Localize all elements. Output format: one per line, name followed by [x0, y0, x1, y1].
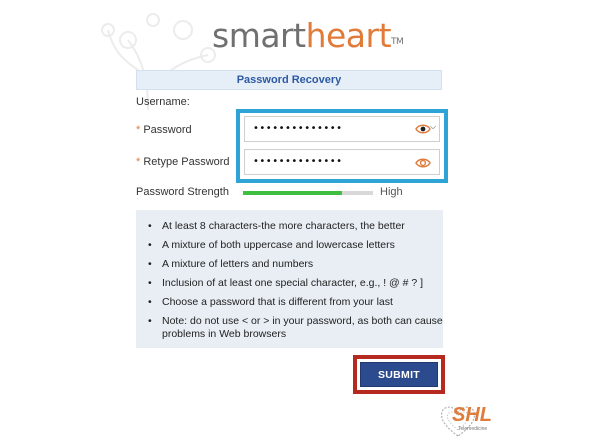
password-strength-value: High: [380, 186, 403, 198]
rule-item: A mixture of both uppercase and lowercas…: [148, 239, 443, 252]
required-marker: *: [136, 124, 141, 136]
password-rules-panel: At least 8 characters-the more character…: [136, 210, 443, 348]
logo-smart-text: smart: [212, 16, 306, 55]
retype-password-input[interactable]: ••••••••••••••: [244, 149, 440, 175]
rule-item: Note: do not use < or > in your password…: [148, 315, 443, 341]
submit-button[interactable]: SUBMIT: [360, 362, 438, 387]
password-strength-fill: [243, 191, 342, 195]
required-marker: *: [136, 156, 141, 168]
username-label: Username:: [136, 96, 190, 108]
retype-password-label-text: Retype Password: [143, 156, 230, 168]
chevron-down-icon[interactable]: ⌵: [430, 122, 436, 132]
password-strength-meter: [243, 191, 373, 195]
smartheart-logo: smartheartTM: [212, 16, 404, 56]
rule-item: At least 8 characters-the more character…: [148, 220, 443, 233]
logo-heart-text: heart: [305, 16, 392, 55]
rule-item: Choose a password that is different from…: [148, 296, 443, 309]
password-label-text: Password: [143, 124, 192, 136]
password-rules-list: At least 8 characters-the more character…: [136, 210, 443, 341]
rule-item: A mixture of letters and numbers: [148, 258, 443, 271]
password-strength-label: Password Strength: [136, 186, 229, 198]
password-input[interactable]: ••••••••••••••: [244, 116, 440, 142]
password-label: * Password: [136, 124, 192, 136]
rule-item: Inclusion of at least one special charac…: [148, 277, 443, 290]
retype-password-label: * Retype Password: [136, 156, 230, 168]
logo-trademark: TM: [391, 37, 404, 47]
eye-icon[interactable]: [415, 123, 431, 135]
shl-logo-text: SHL: [452, 404, 492, 426]
shl-logo-subtitle: Telemedicine: [458, 426, 488, 432]
eye-icon[interactable]: [415, 157, 431, 169]
password-recovery-header: Password Recovery: [136, 70, 442, 90]
